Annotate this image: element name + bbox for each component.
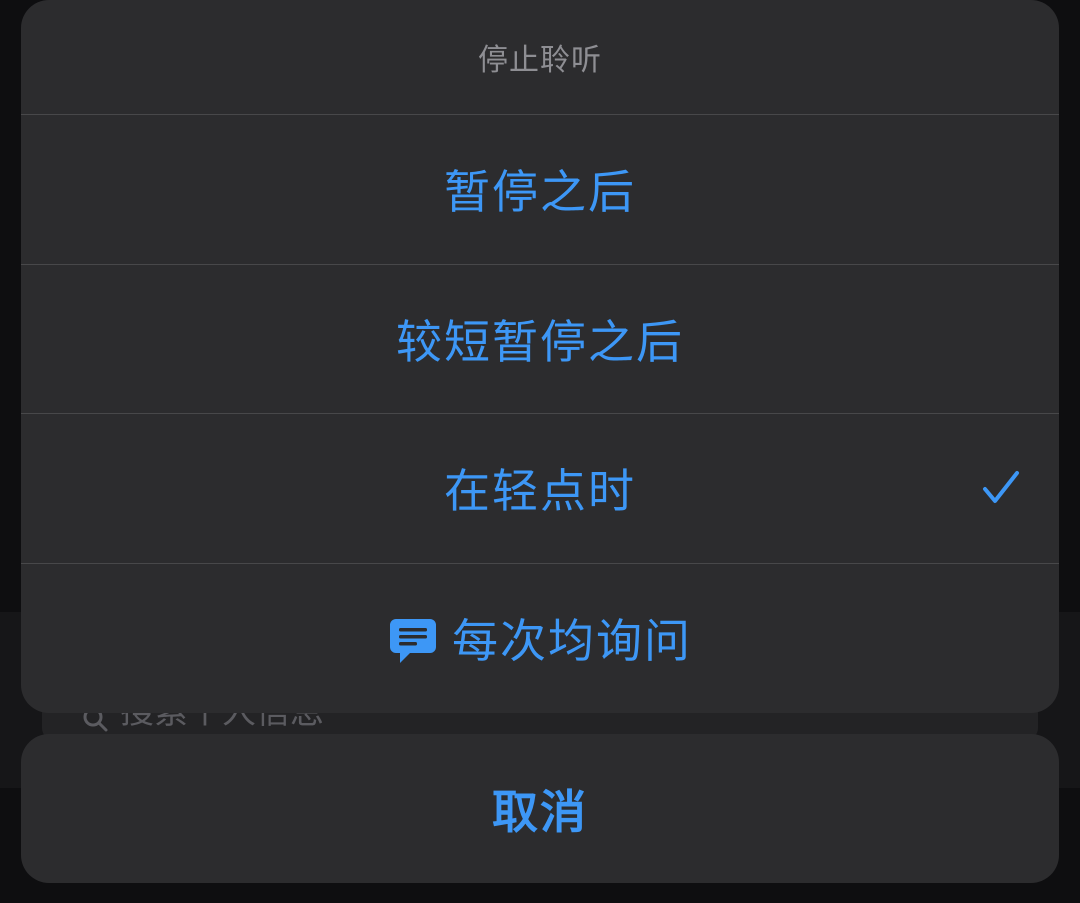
option-label: 每次均询问 xyxy=(452,614,692,669)
option-on-tap[interactable]: 在轻点时 xyxy=(21,414,1059,564)
stop-listening-action-sheet: 停止聆听 暂停之后 较短暂停之后 在轻点时 每次均询问 xyxy=(21,0,1059,713)
option-after-pause[interactable]: 暂停之后 xyxy=(21,115,1059,265)
cancel-button[interactable]: 取消 xyxy=(21,734,1059,883)
option-label: 在轻点时 xyxy=(444,464,636,519)
option-label: 较短暂停之后 xyxy=(396,314,684,369)
option-ask-every-time[interactable]: 每次均询问 xyxy=(21,564,1059,714)
option-after-short-pause[interactable]: 较短暂停之后 xyxy=(21,265,1059,414)
sheet-title: 停止聆听 xyxy=(21,0,1059,115)
checkmark-icon xyxy=(983,471,1019,504)
cancel-label: 取消 xyxy=(492,784,588,839)
option-label: 暂停之后 xyxy=(444,165,636,220)
message-bubble-icon xyxy=(390,619,436,664)
